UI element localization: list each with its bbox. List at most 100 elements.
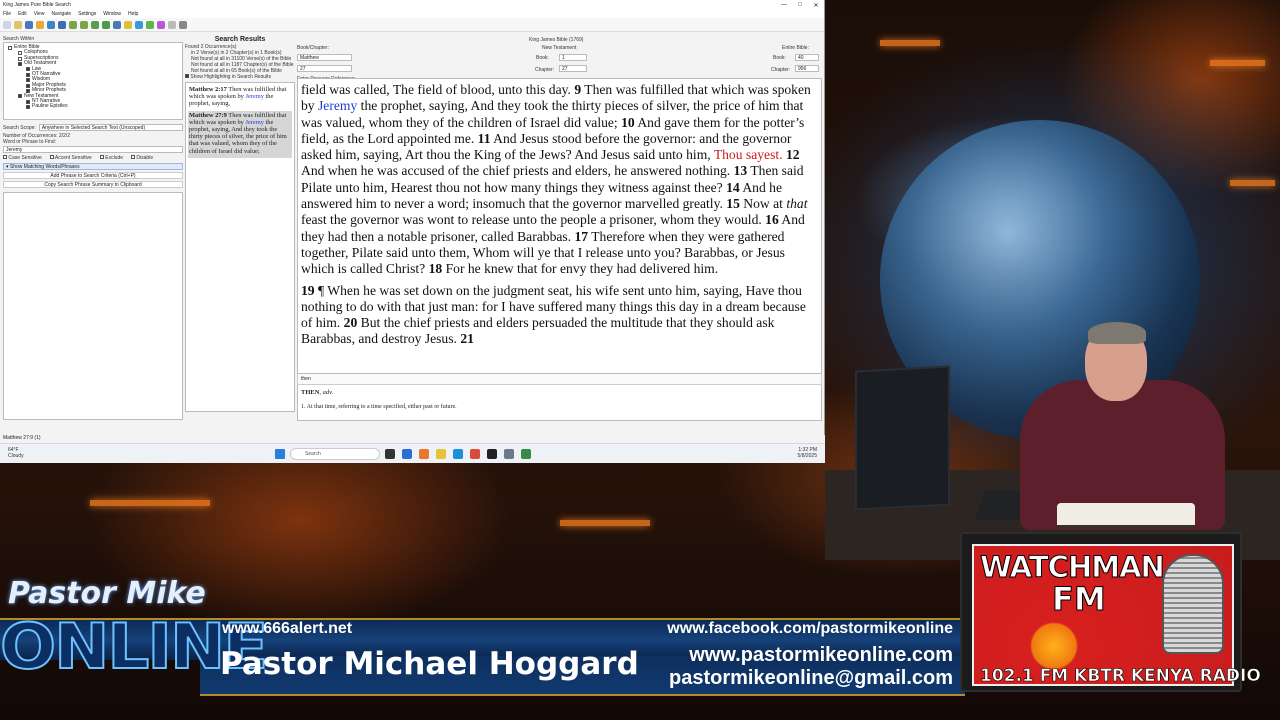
expand-icon[interactable] [102, 20, 110, 29]
facebook-url: www.facebook.com/pastormikeonline [667, 620, 953, 637]
search-input[interactable]: Jeremy [3, 146, 183, 153]
edge-icon[interactable] [453, 449, 463, 459]
notes-icon[interactable] [179, 20, 187, 29]
checkbox[interactable] [18, 94, 22, 99]
checkbox[interactable] [26, 78, 30, 83]
lower-third-banner: Pastor Mike ONLINE www.666alert.net www.… [0, 532, 1280, 720]
logo-fm: FM [1052, 580, 1107, 619]
bible-version-label: King James Bible (1769) [529, 37, 584, 43]
entire-book-select[interactable]: 40 [795, 54, 819, 61]
taskbar-search[interactable]: Search [290, 448, 380, 460]
dictionary-lookup-bar[interactable]: then [297, 374, 822, 385]
entire-book-label: Book: [773, 55, 786, 61]
nt-chapter-select[interactable]: 27 [559, 65, 587, 72]
results-list: Matthew 2:17 Then was fulfilled that whi… [185, 82, 295, 412]
clock[interactable]: 1:32 PM 5/8/2025 [798, 447, 817, 459]
checkbox[interactable] [26, 83, 30, 88]
highlighter-green-icon[interactable] [146, 20, 154, 29]
case-sensitive-option[interactable]: Case Sensitive [3, 155, 42, 161]
add-phrase-button[interactable]: Add Phrase to Search Criteria (Ctrl+P) [3, 172, 183, 179]
contact-email: pastormikeonline@gmail.com [668, 667, 953, 689]
show-matching-toggle[interactable]: ▾ Show Matching Words/Phrases [3, 163, 183, 170]
weather-widget[interactable]: 64°F Cloudy [8, 447, 24, 459]
presenter-name: Pastor Michael Hoggard [220, 646, 639, 682]
file-explorer-icon[interactable] [436, 449, 446, 459]
minimize-button[interactable]: — [776, 2, 792, 8]
accent-sensitive-option[interactable]: Accent Sensitive [49, 155, 92, 161]
tree-item-pauline-epistles[interactable]: Pauline Epistles [8, 104, 178, 109]
highlighter-yellow-icon[interactable] [124, 20, 132, 29]
widgets-icon[interactable] [419, 449, 429, 459]
copy-summary-button[interactable]: Copy Search Phrase Summary to Clipboard [3, 181, 183, 188]
checkbox[interactable] [26, 99, 30, 104]
menu-help[interactable]: Help [128, 11, 138, 17]
dictionary-definition: 1. At that time, referring to a time spe… [301, 404, 457, 410]
checkbox[interactable] [26, 67, 30, 72]
app-icon[interactable] [521, 449, 531, 459]
menu-edit[interactable]: Edit [18, 11, 27, 17]
light-strip [1230, 180, 1275, 186]
menu-window[interactable]: Window [103, 11, 121, 17]
save-icon[interactable] [25, 20, 33, 29]
chapter-select[interactable]: 27 [297, 65, 352, 72]
highlighter-blue-icon[interactable] [135, 20, 143, 29]
forward-arrow-icon[interactable] [80, 20, 88, 29]
search-scope-select[interactable]: Anywhere in Selected Search Text (Unscop… [38, 124, 183, 131]
menu-settings[interactable]: Settings [78, 11, 96, 17]
nt-chapter-label: Chapter: [535, 67, 555, 73]
microphone-icon [1162, 554, 1224, 654]
close-button[interactable]: ✕ [808, 2, 824, 9]
light-strip [1210, 60, 1265, 66]
scripture-paragraph: field was called, The field of blood, un… [301, 82, 811, 277]
search-hit: Jeremy [318, 98, 358, 114]
checkbox[interactable] [26, 72, 30, 77]
window-icon[interactable] [113, 20, 121, 29]
maximize-button[interactable]: □ [792, 2, 808, 8]
chrome-icon[interactable] [470, 449, 480, 459]
refresh-icon[interactable] [47, 20, 55, 29]
bible-search-window: King James Pure Bible Search — □ ✕ File … [0, 0, 825, 463]
open-icon[interactable] [14, 20, 22, 29]
highlighter-purple-icon[interactable] [157, 20, 165, 29]
nt-book-select[interactable]: 1 [559, 54, 587, 61]
book-select[interactable]: Matthew [297, 54, 352, 61]
exclude-option[interactable]: Exclude [99, 155, 123, 161]
window-title: King James Pure Bible Search [3, 2, 71, 8]
taskbar-apps [385, 449, 531, 459]
entire-chapter-select[interactable]: 956 [795, 65, 819, 72]
checkbox[interactable] [18, 61, 22, 66]
store-icon[interactable] [402, 449, 412, 459]
search-phrase-list[interactable] [3, 192, 183, 420]
testament-label: New Testament [542, 45, 577, 51]
globe-icon[interactable] [58, 20, 66, 29]
checkbox[interactable] [18, 56, 22, 61]
scripture-reader[interactable]: field was called, The field of blood, un… [297, 78, 822, 374]
sync-icon[interactable] [91, 20, 99, 29]
reader-pane: Book/Chapter: Matthew 27 Enter Passage R… [297, 36, 822, 430]
checkbox[interactable] [18, 51, 22, 56]
dictionary-pos: , adv. [319, 389, 334, 396]
eraser-icon[interactable] [168, 20, 176, 29]
website-666alert: www.666alert.net [222, 620, 353, 637]
result-item-selected[interactable]: Matthew 27:9 Then was fulfilled that whi… [188, 110, 292, 158]
print-icon[interactable] [36, 20, 44, 29]
search-tree: Entire Bible Colophons Superscriptions O… [3, 42, 183, 120]
highlight-toggle[interactable]: Show Highlighting in Search Results [185, 74, 295, 80]
checkbox[interactable] [8, 45, 12, 50]
status-bar: Matthew 27:9 (1) [0, 435, 825, 443]
start-icon[interactable] [275, 449, 285, 459]
menu-bar: File Edit View Navigate Settings Window … [0, 10, 824, 18]
task-view-icon[interactable] [385, 449, 395, 459]
entire-chapter-label: Chapter: [771, 67, 791, 73]
search-results-title: Search Results [214, 36, 266, 43]
new-icon[interactable] [3, 20, 11, 29]
disable-option[interactable]: Disable [131, 155, 153, 161]
bible-app-icon[interactable] [487, 449, 497, 459]
menu-navigate[interactable]: Navigate [51, 11, 71, 17]
result-item[interactable]: Matthew 2:17 Then was fulfilled that whi… [188, 85, 292, 111]
settings-icon[interactable] [504, 449, 514, 459]
menu-file[interactable]: File [3, 11, 11, 17]
menu-view[interactable]: View [34, 11, 45, 17]
checkbox[interactable] [26, 105, 30, 110]
back-arrow-icon[interactable] [69, 20, 77, 29]
